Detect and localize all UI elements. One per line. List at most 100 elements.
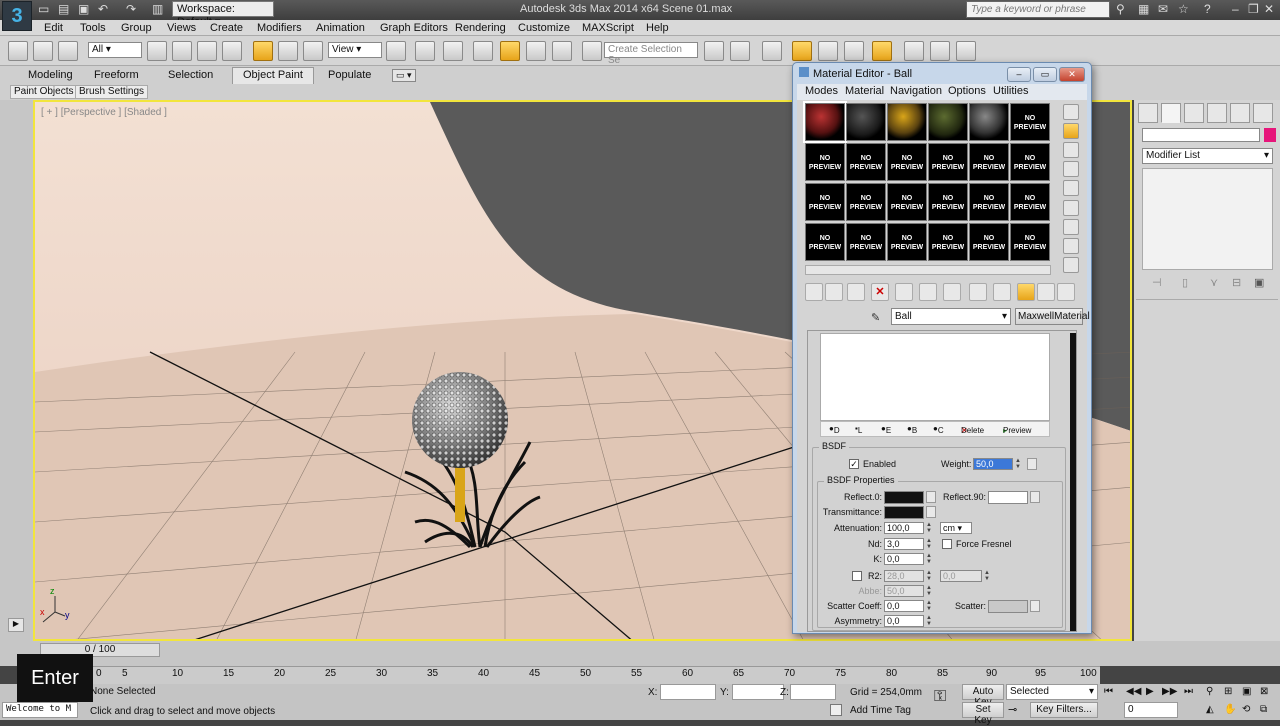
me-menu-utilities[interactable]: Utilities	[993, 85, 1028, 97]
current-frame-field[interactable]: 0	[1124, 702, 1178, 718]
edit-named-selections-icon[interactable]	[582, 41, 602, 61]
goto-start-icon[interactable]: ⏮	[1104, 686, 1113, 697]
attenuation-arrows[interactable]: ▲ ▼	[926, 522, 933, 534]
align-icon[interactable]	[730, 41, 750, 61]
reflect0-map-button[interactable]	[926, 491, 936, 503]
y-coordinate-field[interactable]	[732, 684, 784, 700]
zoom-extents-all-icon[interactable]: ⊠	[1260, 686, 1268, 697]
r2-b-arrows[interactable]: ▲ ▼	[984, 570, 991, 582]
select-by-name-icon[interactable]	[172, 41, 192, 61]
reset-map-icon[interactable]: ✕	[871, 283, 889, 301]
undo-icon[interactable]: ↶	[98, 2, 108, 16]
select-and-move-icon[interactable]	[253, 41, 273, 61]
menu-modifiers[interactable]: Modifiers	[257, 22, 302, 34]
layer-manager-icon[interactable]	[762, 41, 782, 61]
named-selection-set-dropdown[interactable]: Create Selection Se	[604, 42, 698, 66]
material-editor-icon[interactable]	[872, 41, 892, 61]
ribbon-tab-selection[interactable]: Selection	[168, 69, 213, 81]
ribbon-tab-freeform[interactable]: Freeform	[94, 69, 139, 81]
select-and-scale-icon[interactable]	[303, 41, 323, 61]
make-unique-icon[interactable]: ⋎	[1210, 276, 1218, 289]
pin-stack-icon[interactable]: ⊣	[1152, 276, 1162, 289]
preview-d-button[interactable]: ● D	[829, 424, 840, 435]
menu-animation[interactable]: Animation	[316, 22, 365, 34]
key-mode-dropdown[interactable]: Selected ▾	[1006, 684, 1098, 700]
maxscript-listener[interactable]: Welcome to M	[2, 702, 78, 718]
eyedropper-icon[interactable]: ✎	[871, 311, 883, 324]
sample-slot[interactable]	[803, 101, 847, 143]
search-input[interactable]: Type a keyword or phrase	[966, 1, 1110, 18]
window-crossing-icon[interactable]	[222, 41, 242, 61]
scatter-coeff-spinner[interactable]: 0,0	[884, 600, 924, 612]
sample-slot[interactable]: NO PREVIEW	[928, 143, 968, 181]
zoom-all-icon[interactable]: ⊞	[1224, 686, 1232, 697]
modify-tab-icon[interactable]	[1161, 103, 1181, 123]
object-color-swatch[interactable]	[1264, 128, 1276, 142]
preview-b-button[interactable]: ● B	[907, 424, 917, 435]
play-arrow-icon[interactable]: ▶	[8, 618, 24, 632]
select-and-link-icon[interactable]	[33, 41, 53, 61]
nd-arrows[interactable]: ▲ ▼	[926, 538, 933, 550]
percent-snap-icon[interactable]	[526, 41, 546, 61]
preview-c-button[interactable]: ● C	[933, 424, 944, 435]
weight-map-button[interactable]	[1027, 458, 1037, 470]
sample-slot[interactable]: NO PREVIEW	[846, 223, 886, 261]
k-arrows[interactable]: ▲ ▼	[926, 553, 933, 565]
pivot-center-icon[interactable]	[386, 41, 406, 61]
abbe-arrows[interactable]: ▲ ▼	[926, 585, 933, 597]
select-object-icon[interactable]	[147, 41, 167, 61]
make-unique-icon[interactable]	[919, 283, 937, 301]
put-to-scene-icon[interactable]	[825, 283, 843, 301]
make-preview-icon[interactable]	[1063, 200, 1079, 216]
key-filters-button[interactable]: Key Filters...	[1030, 702, 1098, 718]
goto-end-icon[interactable]: ⏭	[1184, 686, 1193, 697]
sample-slot[interactable]	[887, 103, 927, 141]
video-color-check-icon[interactable]	[1063, 180, 1079, 196]
previous-frame-icon[interactable]: ◀◀	[1126, 686, 1141, 697]
backlight-icon[interactable]	[1063, 123, 1079, 139]
background-icon[interactable]	[1063, 142, 1079, 158]
me-menu-modes[interactable]: Modes	[805, 85, 838, 97]
z-coordinate-field[interactable]	[790, 684, 836, 700]
sample-slot[interactable]: NO PREVIEW	[1010, 143, 1050, 181]
r2-b-spinner[interactable]: 0,0	[940, 570, 982, 582]
rendered-frame-icon[interactable]	[930, 41, 950, 61]
slot-scrollbar[interactable]	[805, 265, 1051, 275]
menu-rendering[interactable]: Rendering	[455, 22, 506, 34]
restore-icon[interactable]: ❐	[1248, 2, 1259, 16]
menu-maxscript[interactable]: MAXScript	[582, 22, 634, 34]
create-tab-icon[interactable]	[1138, 103, 1158, 123]
show-end-result-icon[interactable]: ▯	[1182, 276, 1188, 289]
show-end-result-icon[interactable]	[1017, 283, 1035, 301]
weight-spinner-arrows[interactable]: ▲ ▼	[1015, 458, 1022, 470]
orbit-icon[interactable]: ⟲	[1242, 704, 1250, 715]
material-map-navigator-icon[interactable]	[1063, 257, 1079, 273]
sample-slot[interactable]: NO PREVIEW	[805, 143, 845, 181]
sample-slot[interactable]: NO PREVIEW	[805, 183, 845, 221]
key-icon[interactable]: ⚿	[934, 688, 946, 706]
get-material-icon[interactable]	[805, 283, 823, 301]
key-filter-icon[interactable]: ⊸	[1008, 703, 1017, 716]
rectangular-selection-icon[interactable]	[197, 41, 217, 61]
sample-slot[interactable]: NO PREVIEW	[887, 143, 927, 181]
menu-edit[interactable]: Edit	[44, 22, 63, 34]
me-menu-navigation[interactable]: Navigation	[890, 85, 942, 97]
weight-spinner[interactable]: 50,0	[973, 458, 1013, 470]
workspace-dropdown[interactable]: Workspace: Default ▾	[172, 1, 274, 28]
menu-customize[interactable]: Customize	[518, 22, 570, 34]
new-file-icon[interactable]: ▭	[38, 2, 49, 16]
sample-slot[interactable]: NO PREVIEW	[846, 183, 886, 221]
ribbon-tab-populate[interactable]: Populate	[328, 69, 371, 81]
go-to-parent-icon[interactable]	[1037, 283, 1055, 301]
sample-slot[interactable]: NO PREVIEW	[928, 223, 968, 261]
sample-type-icon[interactable]	[1063, 104, 1079, 120]
go-forward-sibling-icon[interactable]	[1057, 283, 1075, 301]
undo-tool-icon[interactable]	[8, 41, 28, 61]
modifier-stack[interactable]	[1142, 168, 1273, 270]
select-manipulate-icon[interactable]	[415, 41, 435, 61]
force-fresnel-checkbox[interactable]	[942, 539, 952, 549]
sample-slot[interactable]: NO PREVIEW	[969, 183, 1009, 221]
snaps-toggle-icon[interactable]	[473, 41, 493, 61]
ref-coord-dropdown[interactable]: View ▾	[328, 42, 382, 58]
me-menu-material[interactable]: Material	[845, 85, 884, 97]
